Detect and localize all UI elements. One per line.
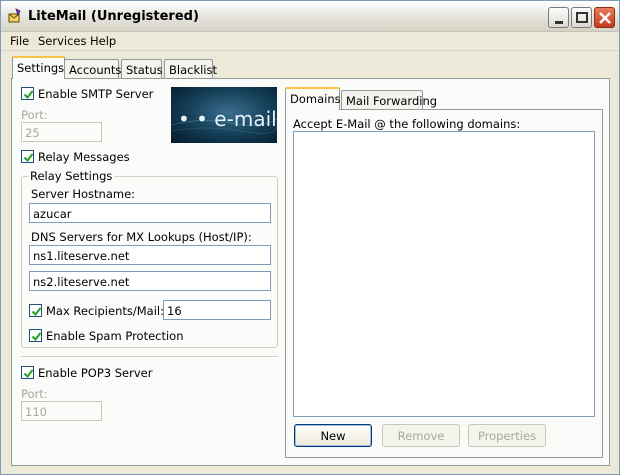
relay-messages-label: Relay Messages bbox=[38, 150, 130, 164]
section-divider bbox=[21, 356, 278, 358]
new-domain-button[interactable]: New bbox=[294, 424, 372, 447]
max-recipients-checkbox[interactable] bbox=[29, 304, 42, 317]
app-icon bbox=[7, 8, 23, 24]
enable-pop3-label: Enable POP3 Server bbox=[38, 366, 153, 380]
tab-settings[interactable]: Settings bbox=[12, 56, 65, 79]
menu-file[interactable]: File bbox=[10, 34, 29, 48]
enable-pop3-checkbox[interactable] bbox=[21, 366, 34, 379]
checkmark-icon bbox=[23, 153, 34, 163]
tab-accounts[interactable]: Accounts bbox=[64, 59, 121, 79]
tab-blacklist[interactable]: Blacklist bbox=[164, 59, 217, 79]
email-banner-image: • • e-mail bbox=[171, 87, 277, 143]
tab-mail-forwarding[interactable]: Mail Forwarding bbox=[341, 90, 437, 110]
relay-settings-title: Relay Settings bbox=[28, 169, 115, 183]
checkmark-icon bbox=[31, 307, 42, 317]
checkmark-icon bbox=[23, 369, 34, 379]
max-recipients-label: Max Recipients/Mail: bbox=[46, 304, 164, 318]
minimize-button[interactable] bbox=[548, 7, 569, 28]
server-hostname-label: Server Hostname: bbox=[31, 187, 136, 201]
tab-status[interactable]: Status bbox=[121, 59, 163, 79]
menu-services[interactable]: Services bbox=[38, 34, 87, 48]
dns-servers-label: DNS Servers for MX Lookups (Host/IP): bbox=[31, 230, 252, 244]
close-button[interactable] bbox=[594, 7, 615, 28]
smtp-port-field[interactable]: 25 bbox=[21, 122, 102, 142]
minimize-icon bbox=[555, 21, 563, 24]
enable-smtp-checkbox[interactable] bbox=[21, 87, 34, 100]
spam-protection-checkbox[interactable] bbox=[29, 329, 42, 342]
window-title: LiteMail (Unregistered) bbox=[28, 9, 199, 24]
close-icon bbox=[599, 12, 611, 24]
server-hostname-field[interactable]: azucar bbox=[29, 203, 271, 223]
title-bar[interactable]: LiteMail (Unregistered) bbox=[1, 1, 619, 32]
domains-listbox[interactable] bbox=[293, 131, 595, 417]
dns-server-field-2[interactable]: ns2.liteserve.net bbox=[29, 271, 271, 291]
domains-list-label: Accept E-Mail @ the following domains: bbox=[293, 117, 521, 131]
maximize-button[interactable] bbox=[571, 7, 592, 28]
remove-domain-button[interactable]: Remove bbox=[382, 424, 460, 447]
settings-panel: Enable SMTP Server Port: 25 Relay Messag… bbox=[11, 78, 610, 466]
litemail-window: LiteMail (Unregistered) File Services He… bbox=[0, 0, 620, 475]
maximize-icon bbox=[576, 12, 588, 23]
pop3-port-label: Port: bbox=[21, 387, 48, 401]
smtp-port-label: Port: bbox=[21, 108, 48, 122]
checkmark-icon bbox=[31, 332, 42, 342]
banner-text: • • e-mail bbox=[178, 107, 277, 131]
relay-messages-checkbox[interactable] bbox=[21, 150, 34, 163]
domains-panel: Accept E-Mail @ the following domains: N… bbox=[285, 109, 603, 458]
menu-bar: File Services Help bbox=[1, 32, 619, 51]
tab-domains[interactable]: Domains bbox=[285, 87, 341, 110]
pop3-port-field[interactable]: 110 bbox=[21, 401, 102, 421]
max-recipients-field[interactable]: 16 bbox=[163, 300, 271, 320]
domain-properties-button[interactable]: Properties bbox=[468, 424, 546, 447]
dns-server-field-1[interactable]: ns1.liteserve.net bbox=[29, 245, 271, 265]
enable-smtp-label: Enable SMTP Server bbox=[38, 87, 154, 101]
menu-help[interactable]: Help bbox=[90, 34, 116, 48]
spam-protection-label: Enable Spam Protection bbox=[46, 329, 184, 343]
checkmark-icon bbox=[23, 90, 34, 100]
